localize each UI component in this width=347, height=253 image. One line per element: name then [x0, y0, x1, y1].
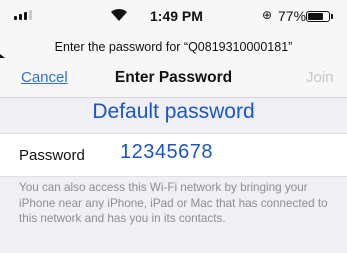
wifi-icon	[111, 8, 127, 21]
password-input[interactable]: 12345678	[120, 141, 213, 164]
password-field-row[interactable]: Password 12345678	[0, 133, 347, 177]
navigation-bar: Cancel Enter Password Join	[0, 58, 347, 98]
cancel-button[interactable]: Cancel	[21, 69, 68, 86]
default-password-annotation: Default password	[92, 100, 255, 123]
battery-fill	[308, 13, 324, 20]
status-time: 1:49 PM	[150, 8, 203, 24]
cellular-signal-icon	[14, 10, 32, 20]
status-bar: 1:49 PM ⊕ 77%	[0, 0, 347, 36]
password-prompt: Enter the password for “Q0819310000181”	[0, 36, 347, 58]
battery-percentage: 77%	[278, 8, 307, 24]
join-button[interactable]: Join	[306, 69, 334, 86]
orientation-lock-icon: ⊕	[262, 8, 273, 22]
battery-icon	[306, 11, 330, 22]
password-label: Password	[19, 147, 85, 164]
battery-tip	[331, 14, 333, 19]
info-text: You can also access this Wi-Fi network b…	[19, 181, 328, 225]
